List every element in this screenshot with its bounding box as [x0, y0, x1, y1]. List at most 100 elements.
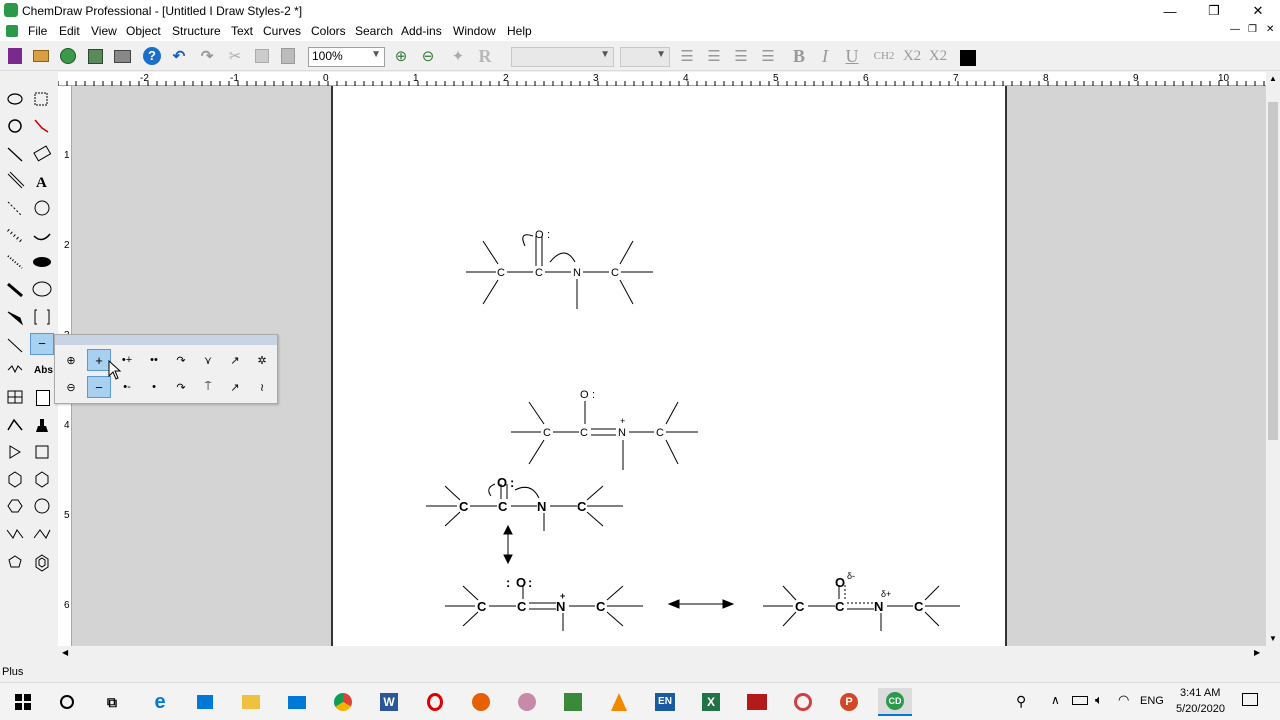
open-icon[interactable]	[30, 45, 52, 67]
template-tool-icon[interactable]	[36, 390, 50, 406]
menu-curves[interactable]: Curves	[263, 24, 301, 38]
minimize-button[interactable]: —	[1148, 0, 1192, 22]
edge-icon[interactable]: e	[145, 688, 175, 716]
color-swatch-button[interactable]	[960, 50, 976, 66]
menu-object[interactable]: Object	[126, 24, 161, 38]
scroll-up-icon[interactable]: ▲	[1269, 74, 1277, 83]
vertical-scrollbar[interactable]: ▲ ▼	[1266, 72, 1280, 646]
attach-plus-icon[interactable]: ↗	[223, 349, 247, 371]
ruler-label: 10	[1218, 73, 1230, 84]
abs-stereo-label[interactable]: Abs	[34, 365, 53, 376]
mendeley-icon[interactable]	[742, 688, 772, 716]
battery-icon[interactable]	[1072, 696, 1088, 705]
document-page[interactable]: C C O : N C C C O : N + C C C O : N C C …	[331, 86, 1007, 646]
undo-icon[interactable]: ↶	[168, 45, 190, 67]
charge-plus: +	[620, 416, 625, 426]
file-explorer-icon[interactable]	[236, 688, 266, 716]
scroll-right-icon[interactable]: ▶	[1254, 648, 1260, 657]
toolbar: ? ↶ ↷ ✂ 100% ▼ ⊕ ⊖ ✦ R ▼ ▼ ☰ ☰ ☰ ☰ B I U …	[0, 41, 1280, 71]
people-icon[interactable]: ⚲	[1016, 693, 1026, 710]
language-indicator[interactable]: ENG	[1140, 695, 1164, 707]
scroll-down-icon[interactable]: ▼	[1269, 634, 1277, 643]
chevron-up-icon[interactable]: ∧	[1051, 693, 1060, 707]
menu-colors[interactable]: Colors	[311, 24, 346, 38]
atom-c: C	[914, 599, 924, 614]
menu-search[interactable]: Search	[355, 24, 393, 38]
vlc-icon[interactable]	[604, 688, 634, 716]
superscript-button: X2	[928, 47, 948, 64]
arrow-curve-half-icon[interactable]: ↷	[169, 376, 193, 398]
notification-icon[interactable]	[1242, 693, 1258, 706]
open-web-icon[interactable]	[57, 45, 79, 67]
menu-window[interactable]: Window	[453, 24, 496, 38]
attach-arrow-icon[interactable]: ↗	[223, 376, 247, 398]
mdi-minimize-icon[interactable]: —	[1230, 24, 1240, 35]
excel-icon[interactable]: X	[696, 688, 726, 716]
doc-icon	[6, 25, 18, 37]
mail-icon[interactable]	[282, 688, 312, 716]
firefox-icon[interactable]	[466, 688, 496, 716]
radical-icon[interactable]: •	[142, 376, 166, 398]
clock-time[interactable]: 3:41 AM	[1180, 687, 1220, 699]
atom-c: C	[497, 267, 505, 279]
zoom-out-icon[interactable]: ⊖	[417, 45, 439, 67]
popup-title-bar[interactable]	[55, 335, 277, 345]
zoom-in-icon[interactable]: ⊕	[390, 45, 412, 67]
scroll-thumb[interactable]	[1268, 102, 1278, 440]
wifi-icon[interactable]: ◠	[1118, 692, 1129, 708]
clock-date[interactable]: 5/20/2020	[1176, 703, 1225, 715]
menu-edit[interactable]: Edit	[59, 24, 80, 38]
close-button[interactable]: ✕	[1236, 0, 1280, 22]
restore-button[interactable]: ❐	[1192, 0, 1236, 22]
arrow-curve-icon[interactable]: ↷	[169, 349, 193, 371]
ruler-ticks	[58, 81, 1265, 86]
horizontal-ruler: -2 -1 0 1 2 3 4 5 6 7 8 9 10	[58, 72, 1266, 86]
wavy-icon[interactable]: ≀	[250, 376, 274, 398]
app-icon-pink[interactable]	[512, 688, 542, 716]
underline-button: U	[845, 45, 859, 66]
scroll-left-icon[interactable]: ◀	[62, 648, 68, 657]
ruler-label: 1	[413, 73, 419, 84]
atom-c: C	[517, 599, 527, 614]
chemdraw-taskbar-icon[interactable]: CD	[878, 688, 912, 716]
minus-circle-icon[interactable]: ⊖	[59, 376, 83, 398]
endnote-icon[interactable]: EN	[650, 688, 680, 716]
menu-file[interactable]: File	[28, 24, 47, 38]
horizontal-scrollbar[interactable]: ◀ ▶	[58, 646, 1266, 660]
atom-n: N	[618, 427, 626, 439]
app-icon-green[interactable]	[558, 688, 588, 716]
word-icon[interactable]: W	[374, 688, 404, 716]
cortana-search-icon[interactable]	[52, 688, 82, 716]
menu-structure[interactable]: Structure	[172, 24, 221, 38]
store-icon[interactable]	[190, 688, 220, 716]
menu-addins[interactable]: Add-ins	[401, 24, 442, 38]
print-icon[interactable]	[111, 45, 133, 67]
powerpoint-icon[interactable]: P	[834, 688, 864, 716]
tool-icons: A	[6, 92, 52, 572]
lone-pair-icon[interactable]: ••	[142, 349, 166, 371]
atom-c: C	[477, 599, 487, 614]
help-icon[interactable]: ?	[141, 45, 163, 67]
mdi-close-icon[interactable]: ✕	[1266, 24, 1274, 35]
new-doc-icon[interactable]	[4, 45, 26, 67]
volume-icon[interactable]: 🔈︎	[1095, 692, 1103, 708]
charge-tool-button[interactable]: −	[30, 333, 54, 355]
save-icon[interactable]	[84, 45, 106, 67]
opera-icon[interactable]	[420, 688, 450, 716]
mdi-restore-icon[interactable]: ❐	[1248, 24, 1257, 35]
app-icon-circle[interactable]	[788, 688, 818, 716]
bond-mark-alt-icon[interactable]: ⍑	[196, 376, 220, 398]
menu-help[interactable]: Help	[507, 24, 532, 38]
bond-mark-icon[interactable]: ⋎	[196, 349, 220, 371]
ruler-label: 4	[64, 420, 70, 431]
plus-circle-icon[interactable]: ⊕	[59, 349, 83, 371]
chrome-icon[interactable]	[328, 688, 358, 716]
atom-n: N	[556, 599, 565, 614]
menu-text[interactable]: Text	[231, 24, 253, 38]
windows-start-icon[interactable]	[8, 688, 38, 716]
zoom-select[interactable]: 100% ▼	[308, 47, 385, 67]
star-attach-icon[interactable]: ✲	[250, 349, 274, 371]
task-view-icon[interactable]: ⧉	[97, 688, 127, 716]
menu-view[interactable]: View	[91, 24, 117, 38]
lone-pair: :	[506, 575, 510, 590]
